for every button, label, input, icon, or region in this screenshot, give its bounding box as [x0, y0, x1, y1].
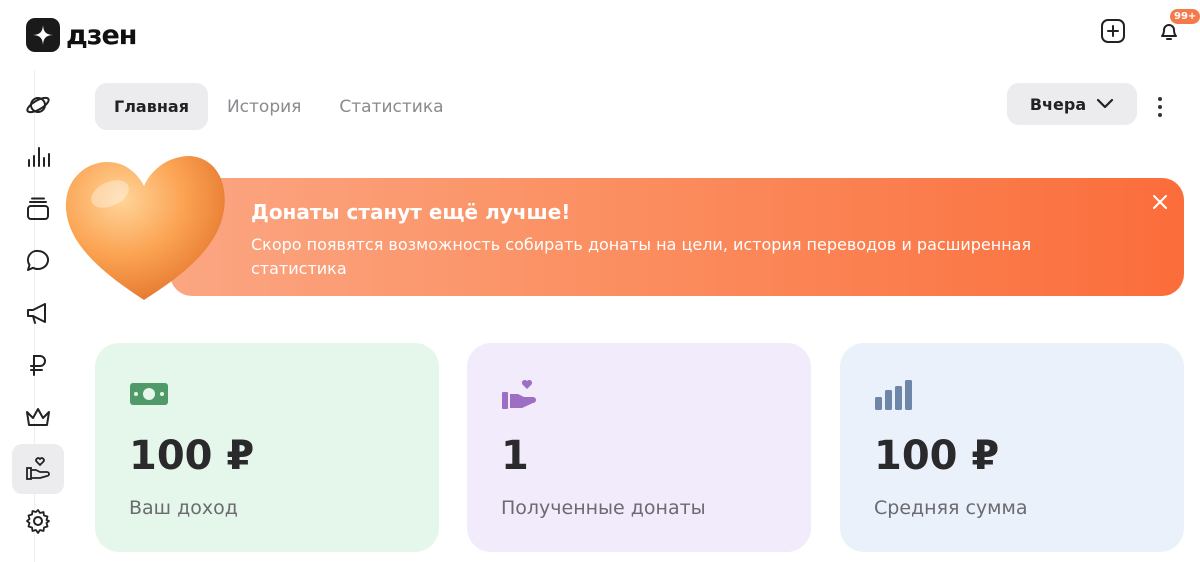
stack-icon — [27, 197, 49, 220]
income-value: 100 ₽ — [129, 433, 255, 479]
cash-icon — [130, 383, 168, 405]
bar-chart-icon — [875, 380, 912, 410]
gear-icon — [26, 509, 50, 534]
tabs: Главная История Статистика — [95, 83, 463, 130]
sidebar-item-premium[interactable] — [12, 392, 64, 442]
comments-icon — [26, 249, 49, 271]
ruble-icon — [30, 355, 46, 376]
donations-count-card: 1 Полученные донаты — [467, 343, 811, 552]
heart-illustration — [65, 156, 225, 300]
sidebar-item-settings[interactable] — [12, 496, 64, 546]
banner-close-button[interactable] — [1148, 190, 1172, 214]
logo-text: дзен — [66, 19, 137, 51]
donation-hand-icon — [502, 379, 536, 409]
sidebar-item-comments[interactable] — [12, 236, 64, 286]
planet-icon — [26, 96, 50, 114]
dot — [1158, 105, 1162, 109]
tab-history[interactable]: История — [208, 83, 320, 130]
banner-title: Донаты станут ещё лучше! — [251, 200, 571, 224]
chevron-down-icon — [1097, 98, 1114, 109]
sidebar-item-channel[interactable] — [12, 80, 64, 130]
average-amount-label: Средняя сумма — [874, 497, 1028, 519]
dzen-logo[interactable]: дзен — [26, 18, 137, 52]
donations-count-value: 1 — [501, 433, 529, 479]
dot — [1158, 97, 1162, 101]
sidebar-item-promotion[interactable] — [12, 288, 64, 338]
megaphone-icon — [27, 303, 46, 324]
more-options-button[interactable] — [1148, 92, 1172, 122]
tab-statistics[interactable]: Статистика — [320, 83, 462, 130]
sidebar-item-donations[interactable] — [12, 444, 64, 494]
donations-count-label: Полученные донаты — [501, 497, 706, 519]
income-card: 100 ₽ Ваш доход — [95, 343, 439, 552]
sidebar-item-publications[interactable] — [12, 184, 64, 234]
donate-icon — [26, 457, 50, 480]
create-button[interactable] — [1096, 14, 1130, 48]
period-selected-label: Вчера — [1029, 94, 1087, 114]
banner-text: Скоро появятся возможность собирать дона… — [251, 235, 1032, 278]
notifications-badge: 99+ — [1170, 9, 1200, 24]
dzen-logo-icon — [26, 18, 60, 52]
income-label: Ваш доход — [129, 497, 238, 519]
average-amount-card: 100 ₽ Средняя сумма — [840, 343, 1184, 552]
stats-icon — [28, 147, 50, 167]
sidebar-item-monetization[interactable] — [12, 340, 64, 390]
crown-icon — [26, 408, 50, 426]
period-select[interactable]: Вчера — [1007, 83, 1137, 125]
average-amount-value: 100 ₽ — [874, 433, 1000, 479]
close-icon — [1153, 195, 1167, 209]
sidebar-item-stats[interactable] — [12, 132, 64, 182]
dot — [1158, 113, 1162, 117]
notifications-button[interactable]: 99+ — [1152, 9, 1200, 48]
plus-square-icon — [1101, 19, 1125, 43]
tab-main[interactable]: Главная — [95, 83, 208, 130]
